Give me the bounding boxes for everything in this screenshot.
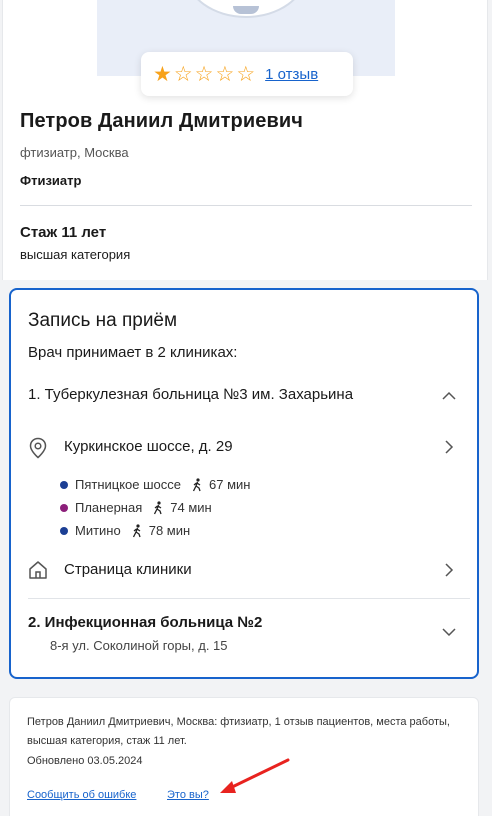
chevron-up-icon[interactable] — [441, 388, 457, 404]
metro-station-name: Митино — [75, 523, 121, 538]
metro-station: Пятницкое шоссе 67 мин — [60, 477, 250, 492]
is-it-you-link[interactable]: Это вы? — [167, 789, 209, 801]
doctor-specialty: Фтизиатр — [20, 173, 82, 188]
home-icon — [29, 561, 47, 579]
chevron-right-icon — [441, 562, 457, 578]
red-arrow-icon — [220, 758, 290, 793]
chevron-right-icon — [441, 439, 457, 455]
star-empty-icon: ☆ — [173, 62, 193, 86]
metro-line-dot — [60, 480, 68, 489]
appointment-subtitle: Врач принимает в 2 клиниках: — [28, 344, 238, 361]
clinic-2-title[interactable]: 2. Инфекционная больница №2 — [28, 614, 262, 631]
clinic-1-address: Куркинское шоссе, д. 29 — [64, 438, 233, 455]
clinic-page-label: Страница клиники — [64, 561, 192, 578]
avatar — [185, 0, 307, 18]
doctor-name: Петров Даниил Дмитриевич — [20, 110, 303, 132]
rating-pill: ★ ☆ ☆ ☆ ☆ 1 отзыв — [141, 52, 353, 96]
star-empty-icon: ☆ — [236, 62, 256, 86]
star-filled-icon: ★ — [153, 62, 172, 86]
clinic-page-link[interactable]: Страница клиники — [28, 558, 458, 584]
doctor-category: высшая категория — [20, 247, 131, 262]
walking-icon — [154, 500, 162, 514]
walking-icon — [192, 477, 201, 491]
updated-date: Обновлено 03.05.2024 — [27, 755, 143, 767]
doctor-experience: Стаж 11 лет — [20, 224, 107, 241]
walking-icon — [132, 523, 141, 537]
metro-station: Митино 78 мин — [60, 523, 190, 538]
divider — [20, 205, 472, 206]
location-pin-icon — [29, 437, 47, 459]
walking-time: 74 мин — [170, 500, 212, 515]
walking-time: 78 мин — [148, 523, 191, 538]
metro-line-dot — [60, 503, 68, 512]
doctor-card: ★ ☆ ☆ ☆ ☆ 1 отзыв Петров Даниил Дмитриев… — [2, 0, 488, 280]
metro-station-name: Планерная — [75, 500, 143, 515]
metro-line-dot — [60, 526, 68, 535]
reviews-link[interactable]: 1 отзыв — [265, 66, 318, 83]
clinic-1-title[interactable]: 1. Туберкулезная больница №3 им. Захарьи… — [28, 386, 353, 403]
metro-station-name: Пятницкое шоссе — [75, 477, 182, 492]
appointment-title: Запись на приём — [28, 310, 178, 331]
appointment-card: Запись на приём Врач принимает в 2 клини… — [9, 288, 479, 679]
metro-station: Планерная 74 мин — [60, 500, 212, 515]
clinic-2-address: 8-я ул. Соколиной горы, д. 15 — [50, 638, 228, 653]
report-error-link[interactable]: Сообщить об ошибке — [27, 789, 136, 801]
divider — [28, 598, 470, 599]
star-empty-icon: ☆ — [194, 62, 214, 86]
chevron-down-icon[interactable] — [441, 624, 457, 640]
doctor-summary: Петров Даниил Дмитриевич, Москва: фтизиа… — [27, 716, 450, 747]
star-empty-icon: ☆ — [215, 62, 235, 86]
walking-time: 67 мин — [209, 477, 251, 492]
doctor-specialty-city: фтизиатр, Москва — [20, 145, 129, 160]
clinic-1-address-row[interactable]: Куркинское шоссе, д. 29 — [28, 435, 458, 461]
